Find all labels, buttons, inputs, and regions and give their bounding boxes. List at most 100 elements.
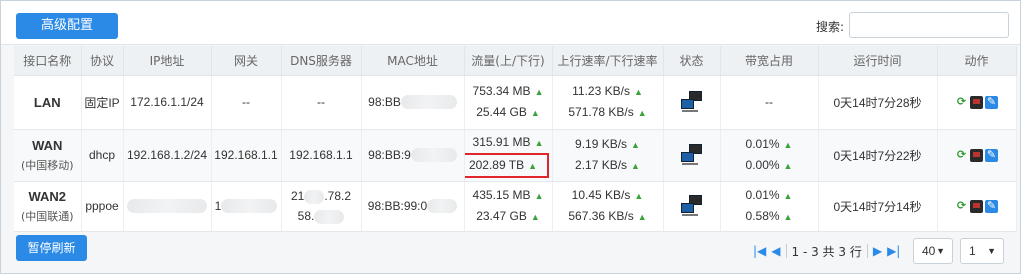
edit-icon[interactable]: ✎ xyxy=(985,96,998,110)
bandwidth-down: 0.00% xyxy=(745,158,780,172)
up-arrow-icon: ▲ xyxy=(783,212,793,222)
refresh-icon[interactable]: ⟳ xyxy=(955,200,968,213)
up-arrow-icon: ▲ xyxy=(534,138,544,148)
uptime-cell: 0天14时7分28秒 xyxy=(818,75,938,130)
redacted-blur xyxy=(221,199,278,214)
network-status-icon[interactable] xyxy=(679,194,705,216)
gateway-cell: -- xyxy=(211,75,282,130)
redacted-blur xyxy=(410,148,457,163)
status-cell xyxy=(663,75,721,130)
bandwidth-up: 0.01% xyxy=(745,188,780,202)
page-info: 1 - 3 共 3 行 xyxy=(791,244,862,259)
bandwidth-cell: 0.01% ▲ 0.58% ▲ xyxy=(720,181,819,232)
first-page-icon[interactable]: |◀ xyxy=(753,244,766,258)
col-traffic[interactable]: 流量(上/下行) xyxy=(464,46,553,76)
col-protocol[interactable]: 协议 xyxy=(81,46,124,76)
traffic-cell: 315.91 MB ▲ 202.89 TB ▲ xyxy=(464,129,553,182)
mac-cell: 98:BB xyxy=(361,75,465,130)
col-actions: 动作 xyxy=(937,46,1017,76)
chevron-down-icon: ▼ xyxy=(987,246,996,256)
advanced-config-button[interactable]: 高级配置 xyxy=(16,13,118,39)
interface-cell: WAN2 (中国联通) xyxy=(14,181,82,232)
col-gateway[interactable]: 网关 xyxy=(211,46,282,76)
col-uptime[interactable]: 运行时间 xyxy=(818,46,938,76)
monitor-icon[interactable] xyxy=(970,96,983,110)
toolbar: 高级配置 搜索: xyxy=(1,1,1020,45)
page-number-select[interactable]: 1 ▼ xyxy=(960,238,1004,264)
up-arrow-icon: ▲ xyxy=(783,140,793,150)
redacted-blur xyxy=(304,189,325,204)
rate-up: 9.19 KB/s xyxy=(575,137,628,151)
gateway-text: 1 xyxy=(214,198,222,213)
traffic-up: 435.15 MB xyxy=(472,188,531,202)
up-arrow-icon: ▲ xyxy=(528,161,538,171)
prev-page-icon[interactable]: ◀ xyxy=(771,244,780,258)
edit-icon[interactable]: ✎ xyxy=(985,149,998,163)
pagination: |◀ ◀ 1 - 3 共 3 行 ▶ ▶| xyxy=(753,241,900,261)
refresh-icon[interactable]: ⟳ xyxy=(955,96,968,109)
bandwidth-cell: 0.01% ▲ 0.00% ▲ xyxy=(720,129,819,182)
isp-label: (中国联通) xyxy=(20,209,74,223)
network-status-icon[interactable] xyxy=(679,143,705,165)
pause-refresh-button[interactable]: 暂停刷新 xyxy=(16,235,87,261)
mac-cell: 98:BB:99:0 xyxy=(361,181,465,232)
monitor-icon[interactable] xyxy=(970,149,983,163)
isp-label: (中国移动) xyxy=(20,158,74,172)
dns-cell: 21 .78.2 58. xyxy=(281,181,362,232)
network-status-icon[interactable] xyxy=(679,90,705,112)
bandwidth-up: 0.01% xyxy=(745,137,780,151)
uptime-cell: 0天14时7分22秒 xyxy=(818,129,938,182)
rate-up: 11.23 KB/s xyxy=(572,84,630,98)
dns-text-tail: .78.2 xyxy=(324,189,352,203)
interface-name: WAN xyxy=(32,137,63,153)
col-ip[interactable]: IP地址 xyxy=(123,46,212,76)
interface-cell: LAN xyxy=(14,75,82,130)
divider xyxy=(785,244,787,258)
mac-text: 98:BB:9 xyxy=(368,147,411,162)
traffic-cell: 435.15 MB ▲ 23.47 GB ▲ xyxy=(464,181,553,232)
col-status[interactable]: 状态 xyxy=(663,46,721,76)
col-dns[interactable]: DNS服务器 xyxy=(281,46,362,76)
next-page-icon[interactable]: ▶ xyxy=(873,244,882,258)
col-mac[interactable]: MAC地址 xyxy=(361,46,465,76)
protocol-cell: dhcp xyxy=(81,129,124,182)
highlighted-traffic-down: 202.89 TB ▲ xyxy=(464,153,550,178)
mac-cell: 98:BB:9 xyxy=(361,129,465,182)
up-arrow-icon: ▲ xyxy=(530,108,540,118)
actions-cell: ⟳ ✎ xyxy=(937,181,1017,232)
up-arrow-icon: ▲ xyxy=(534,87,544,97)
ip-cell: 192.168.1.2/24 xyxy=(123,129,212,182)
traffic-down: 25.44 GB xyxy=(476,105,527,119)
last-page-icon[interactable]: ▶| xyxy=(887,244,900,258)
up-arrow-icon: ▲ xyxy=(783,161,793,171)
redacted-blur xyxy=(314,209,345,224)
rate-down: 2.17 KB/s xyxy=(575,158,628,172)
table-row: LAN 固定IP 172.16.1.1/24 -- -- 98:BB 753.3… xyxy=(14,75,1017,130)
edit-icon[interactable]: ✎ xyxy=(985,200,998,214)
up-arrow-icon: ▲ xyxy=(634,191,644,201)
ip-cell xyxy=(123,181,212,232)
col-bandwidth[interactable]: 带宽占用 xyxy=(720,46,819,76)
refresh-icon[interactable]: ⟳ xyxy=(955,149,968,162)
col-interface[interactable]: 接口名称 xyxy=(14,46,82,76)
chevron-down-icon: ▼ xyxy=(936,246,945,256)
uptime-cell: 0天14时7分14秒 xyxy=(818,181,938,232)
redacted-blur xyxy=(400,95,457,110)
page-size-value: 40 xyxy=(922,244,936,258)
monitor-icon[interactable] xyxy=(970,200,983,214)
traffic-up: 315.91 MB xyxy=(472,135,531,149)
gateway-cell: 1 xyxy=(211,181,282,232)
ip-cell: 172.16.1.1/24 xyxy=(123,75,212,130)
interface-table: 接口名称 协议 IP地址 网关 DNS服务器 MAC地址 流量(上/下行) 上行… xyxy=(14,46,1017,232)
redacted-blur xyxy=(427,199,458,214)
protocol-cell: 固定IP xyxy=(81,75,124,130)
up-arrow-icon: ▲ xyxy=(637,108,647,118)
status-cell xyxy=(663,181,721,232)
rate-cell: 9.19 KB/s ▲ 2.17 KB/s ▲ xyxy=(552,129,664,182)
bandwidth-cell: -- xyxy=(720,75,819,130)
col-rate[interactable]: 上行速率/下行速率 xyxy=(552,46,664,76)
bandwidth-down: 0.58% xyxy=(745,209,780,223)
page-size-select[interactable]: 40 ▼ xyxy=(913,238,953,264)
search-input[interactable] xyxy=(849,12,1009,38)
traffic-cell: 753.34 MB ▲ 25.44 GB ▲ xyxy=(464,75,553,130)
